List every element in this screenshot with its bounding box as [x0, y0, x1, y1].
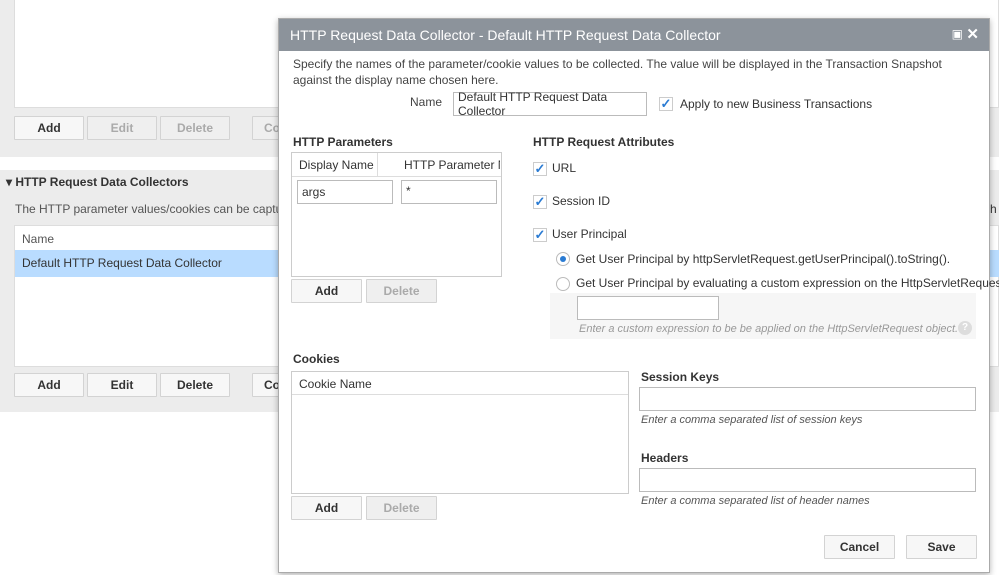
http-request-attributes-title: HTTP Request Attributes [533, 135, 675, 149]
truncated-text: h [990, 202, 997, 216]
cookies-delete-button[interactable]: Delete [366, 496, 437, 520]
principal-tostring-radio[interactable] [556, 252, 570, 266]
dialog-title-bar: HTTP Request Data Collector - Default HT… [279, 19, 989, 51]
column-divider [377, 153, 378, 177]
url-label: URL [552, 161, 577, 175]
dialog-title: HTTP Request Data Collector - Default HT… [290, 27, 721, 43]
session-id-checkbox[interactable]: ✓ [533, 195, 547, 209]
http-request-data-collector-dialog: HTTP Request Data Collector - Default HT… [278, 18, 999, 573]
params-add-button[interactable]: Add [291, 279, 362, 303]
section-description: The HTTP parameter values/cookies can be… [15, 202, 300, 216]
principal-custom-radio[interactable] [556, 277, 570, 291]
bg-add-button[interactable]: Add [14, 116, 84, 140]
add-button[interactable]: Add [14, 373, 84, 397]
session-keys-input[interactable] [639, 387, 976, 411]
custom-expression-panel: Enter a custom expression to be be appli… [550, 293, 976, 339]
column-cookie-name: Cookie Name [292, 372, 628, 395]
section-title: HTTP Request Data Collectors [15, 175, 189, 189]
parameter-name-input[interactable]: * [401, 180, 497, 204]
cookies-table: Cookie Name [291, 371, 629, 494]
name-label: Name [410, 95, 443, 109]
maximize-icon[interactable]: ▣ [952, 27, 963, 41]
caret-down-icon: ▾ [6, 175, 16, 189]
cookies-title: Cookies [293, 352, 340, 366]
user-principal-label: User Principal [552, 227, 627, 241]
bg-edit-button[interactable]: Edit [87, 116, 157, 140]
headers-title: Headers [641, 451, 689, 465]
help-icon[interactable]: ? [958, 321, 972, 335]
edit-button[interactable]: Edit [87, 373, 157, 397]
custom-expression-hint: Enter a custom expression to be be appli… [579, 323, 959, 335]
close-icon[interactable]: ✕ [966, 25, 979, 43]
params-delete-button[interactable]: Delete [366, 279, 437, 303]
apply-label: Apply to new Business Transactions [680, 97, 873, 111]
http-parameters-table: Display Name HTTP Parameter Name args * [291, 152, 502, 277]
user-principal-checkbox[interactable]: ✓ [533, 228, 547, 242]
session-keys-hint: Enter a comma separated list of session … [641, 414, 863, 426]
custom-expression-input[interactable] [577, 296, 719, 320]
column-display-name: Display Name [299, 158, 374, 172]
session-keys-title: Session Keys [641, 370, 720, 384]
display-name-input[interactable]: args [297, 180, 393, 204]
dialog-description: Specify the names of the parameter/cooki… [293, 57, 942, 87]
save-button[interactable]: Save [906, 535, 977, 559]
headers-hint: Enter a comma separated list of header n… [641, 495, 870, 507]
bg-delete-button[interactable]: Delete [160, 116, 230, 140]
session-id-label: Session ID [552, 194, 611, 208]
delete-button[interactable]: Delete [160, 373, 230, 397]
name-input[interactable]: Default HTTP Request Data Collector [453, 90, 647, 118]
apply-checkbox[interactable]: ✓ [659, 97, 673, 111]
column-header-name: Name [22, 232, 55, 246]
section-toggle[interactable]: ▾ HTTP Request Data Collectors [6, 175, 189, 189]
cancel-button[interactable]: Cancel [824, 535, 895, 559]
column-http-parameter-name: HTTP Parameter Name [404, 158, 500, 172]
principal-custom-label: Get User Principal by evaluating a custo… [576, 276, 999, 290]
cookies-add-button[interactable]: Add [291, 496, 362, 520]
url-checkbox[interactable]: ✓ [533, 162, 547, 176]
headers-input[interactable] [639, 468, 976, 492]
principal-tostring-label: Get User Principal by httpServletRequest… [576, 252, 951, 266]
http-parameters-title: HTTP Parameters [293, 135, 393, 149]
